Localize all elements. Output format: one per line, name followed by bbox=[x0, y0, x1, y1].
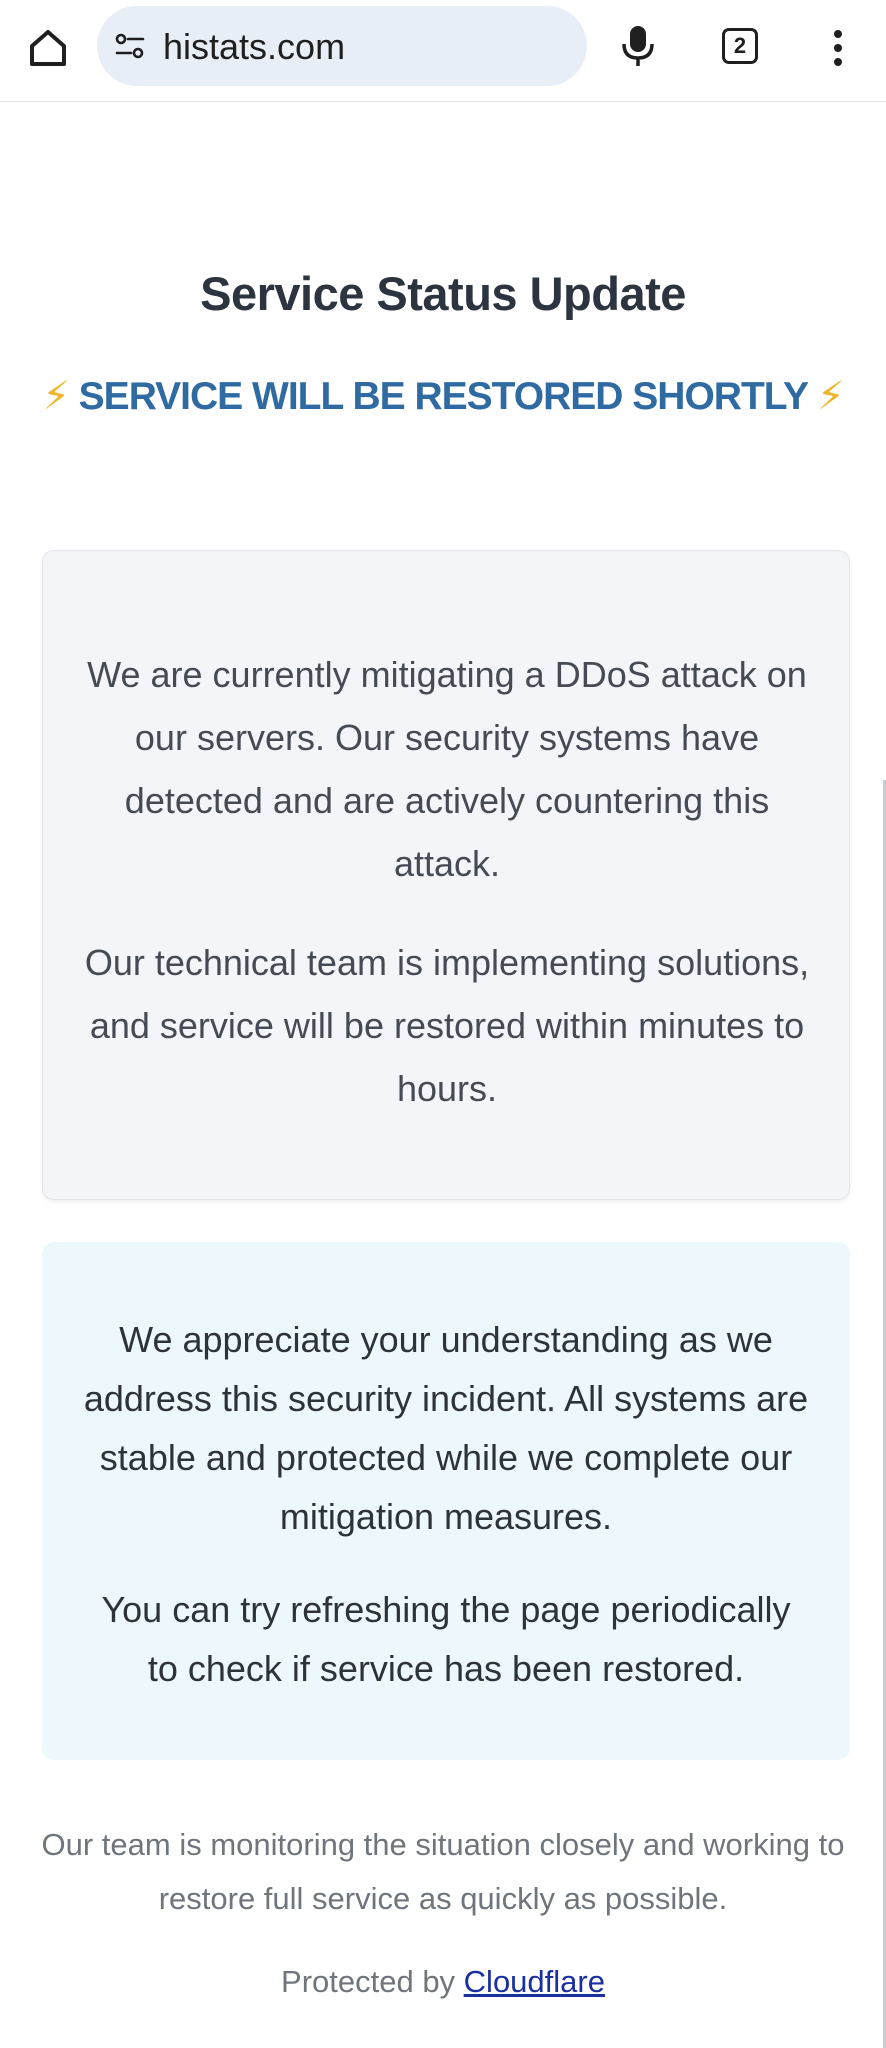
url-text[interactable]: histats.com bbox=[163, 28, 345, 66]
site-info-icon[interactable] bbox=[115, 33, 145, 59]
lightning-icon: ⚡ bbox=[42, 375, 69, 418]
browser-toolbar: histats.com 2 bbox=[0, 0, 886, 102]
incident-paragraph: We are currently mitigating a DDoS attac… bbox=[87, 654, 807, 884]
tabs-count-icon[interactable]: 2 bbox=[722, 28, 758, 64]
team-paragraph: Our technical team is implementing solut… bbox=[84, 942, 810, 1109]
lightning-icon: ⚡ bbox=[817, 375, 844, 418]
protected-by: Protected by Cloudflare bbox=[0, 1960, 886, 2004]
status-subtitle: ⚡ SERVICE WILL BE RESTORED SHORTLY ⚡ bbox=[40, 362, 846, 432]
address-bar[interactable]: histats.com bbox=[97, 6, 587, 86]
home-icon[interactable] bbox=[26, 26, 70, 70]
subtitle-text: SERVICE WILL BE RESTORED SHORTLY bbox=[78, 375, 809, 418]
incident-card: We are currently mitigating a DDoS attac… bbox=[42, 550, 850, 1200]
footer-note: Our team is monitoring the situation clo… bbox=[41, 1827, 845, 1916]
protected-prefix: Protected by bbox=[281, 1964, 464, 1999]
appreciation-paragraph: We appreciate your understanding as we a… bbox=[83, 1319, 809, 1537]
cloudflare-link[interactable]: Cloudflare bbox=[464, 1964, 605, 1999]
refresh-paragraph: You can try refreshing the page periodic… bbox=[101, 1589, 791, 1689]
more-vert-icon[interactable] bbox=[824, 26, 852, 70]
page-title: Service Status Update bbox=[200, 267, 686, 320]
mic-icon[interactable] bbox=[620, 22, 656, 70]
info-card: We appreciate your understanding as we a… bbox=[42, 1242, 850, 1760]
